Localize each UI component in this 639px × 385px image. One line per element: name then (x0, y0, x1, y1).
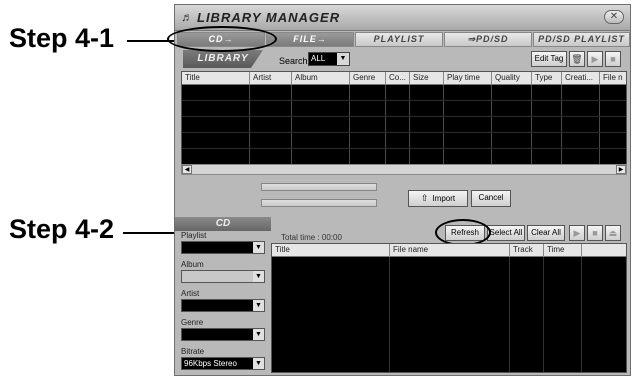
step-4-2-callout: Step 4-2 (9, 214, 115, 244)
chevron-down-icon: ▼ (253, 271, 264, 282)
tab-file[interactable]: FILE→ (266, 32, 354, 47)
total-time: Total time : 00:00 (281, 233, 342, 242)
play-icon[interactable]: ▶ (587, 51, 603, 67)
bitrate-select[interactable]: 96Kbps Stereo ▼ (181, 357, 265, 370)
step-4-1-highlight (167, 26, 277, 52)
window-title: LIBRARY MANAGER (197, 10, 341, 25)
genre-select[interactable]: ▼ (181, 328, 265, 341)
library-section-label: LIBRARY (183, 50, 263, 68)
column-header-file-name[interactable]: File n (600, 72, 628, 85)
scroll-left-icon[interactable]: ◀ (182, 165, 192, 174)
cd-table-grid (272, 257, 626, 372)
chevron-down-icon: ▼ (253, 329, 264, 340)
import-button[interactable]: ⇧ Import (408, 190, 468, 207)
artist-label: Artist (181, 289, 200, 298)
column-header-album[interactable]: Album (292, 72, 350, 85)
app-icon: ♬ (181, 10, 193, 24)
column-header-play-time[interactable]: Play time (444, 72, 492, 85)
library-table-grid (182, 85, 626, 173)
column-header-track-file-name[interactable]: File name (390, 244, 510, 257)
library-table-header: Title Artist Album Genre Co... Size Play… (182, 72, 626, 85)
genre-label: Genre (181, 318, 204, 327)
search-filter-select[interactable]: ALL ▼ (308, 52, 350, 66)
playlist-select[interactable]: ▼ (181, 241, 265, 254)
album-select[interactable]: ▼ (181, 270, 265, 283)
playlist-label: Playlist (181, 231, 207, 240)
bitrate-label: Bitrate (181, 347, 205, 356)
select-all-button[interactable]: Select All (487, 225, 525, 241)
import-arrow-icon: ⇧ (420, 193, 429, 203)
cd-section-label: CD (175, 217, 271, 231)
album-label: Album (181, 260, 204, 269)
eject-icon[interactable]: ⏏ (605, 225, 621, 241)
column-header-size[interactable]: Size (410, 72, 444, 85)
clear-all-button[interactable]: Clear All (527, 225, 565, 241)
import-progress-bar-2 (261, 199, 377, 207)
artist-select[interactable]: ▼ (181, 299, 265, 312)
cd-table-header: Title File name Track Time (272, 244, 626, 257)
tab-pd-sd-playlist[interactable]: PD/SD PLAYLIST (533, 32, 630, 47)
column-header-creation[interactable]: Creati... (562, 72, 600, 85)
trash-icon[interactable]: 🗑 (569, 51, 585, 67)
cd-play-icon[interactable]: ▶ (569, 225, 585, 241)
column-header-track-time[interactable]: Time (544, 244, 582, 257)
chevron-down-icon: ▼ (253, 300, 264, 311)
chevron-down-icon: ▼ (253, 242, 264, 253)
import-progress-bar-1 (261, 183, 377, 191)
column-header-genre[interactable]: Genre (350, 72, 386, 85)
step-4-2-highlight (435, 219, 491, 246)
library-manager-window: ♬ LIBRARY MANAGER ✕ CD→ FILE→ PLAYLIST ⇒… (167, 4, 631, 376)
column-header-track-title[interactable]: Title (272, 244, 390, 257)
edit-tag-button[interactable]: Edit Tag (531, 51, 567, 67)
stop-icon[interactable]: ■ (605, 51, 621, 67)
cd-track-table[interactable]: Title File name Track Time (271, 243, 627, 373)
column-header-empty (582, 244, 628, 257)
cancel-button[interactable]: Cancel (471, 190, 511, 207)
search-filter-value: ALL (311, 54, 326, 63)
cd-stop-icon[interactable]: ■ (587, 225, 603, 241)
column-header-title[interactable]: Title (182, 72, 250, 85)
column-header-quality[interactable]: Quality (492, 72, 532, 85)
chevron-down-icon: ▼ (337, 53, 349, 65)
library-table[interactable]: Title Artist Album Genre Co... Size Play… (181, 71, 627, 174)
column-header-track-number[interactable]: Track (510, 244, 544, 257)
scroll-right-icon[interactable]: ▶ (616, 165, 626, 174)
tab-playlist[interactable]: PLAYLIST (355, 32, 443, 47)
search-label: Search (279, 56, 308, 66)
column-header-type[interactable]: Type (532, 72, 562, 85)
close-button[interactable]: ✕ (604, 10, 624, 24)
column-header-artist[interactable]: Artist (250, 72, 292, 85)
step-4-1-callout: Step 4-1 (9, 23, 115, 53)
chevron-down-icon: ▼ (253, 358, 264, 369)
column-header-composer[interactable]: Co... (386, 72, 410, 85)
library-horizontal-scrollbar[interactable]: ◀ ▶ (181, 164, 627, 175)
tab-pd-sd[interactable]: ⇒PD/SD (444, 32, 532, 47)
